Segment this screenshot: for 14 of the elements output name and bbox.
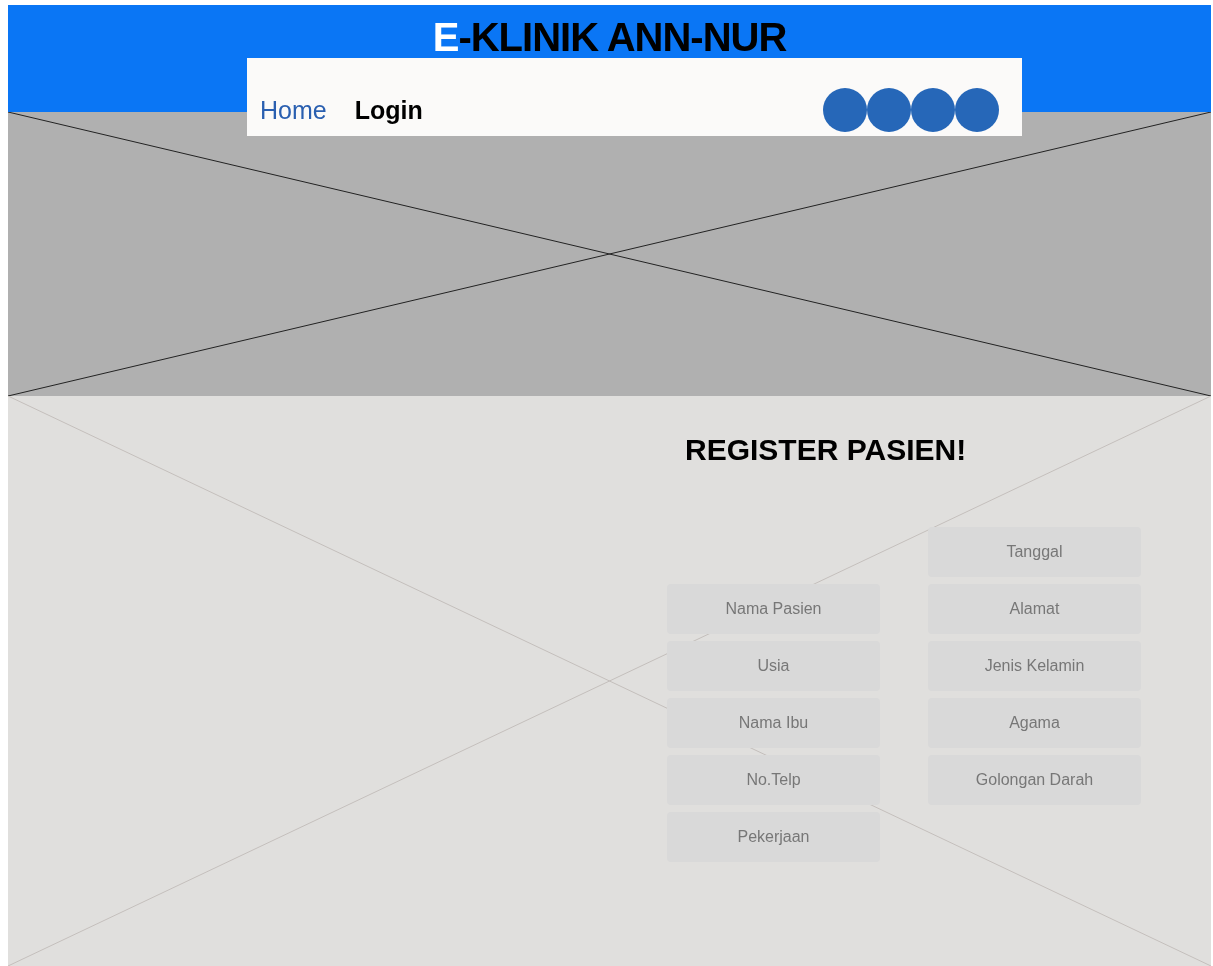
input-field[interactable]: Pekerjaan (667, 812, 880, 862)
input-field[interactable]: Jenis Kelamin (928, 641, 1141, 691)
form-heading: REGISTER PASIEN! (685, 432, 968, 468)
input-field[interactable]: Nama Pasien (667, 584, 880, 634)
input-field[interactable]: Alamat (928, 584, 1141, 634)
input-field[interactable]: Nama Ibu (667, 698, 880, 748)
input-field[interactable]: Tanggal (928, 527, 1141, 577)
site-title: E-KLINIK ANN-NUR (432, 15, 787, 59)
nav-link[interactable]: Login (354, 95, 423, 125)
nav-link[interactable]: Home (260, 95, 327, 125)
input-field[interactable]: Golongan Darah (928, 755, 1141, 805)
input-field[interactable]: No.Telp (667, 755, 880, 805)
input-field[interactable]: Usia (667, 641, 880, 691)
input-field[interactable]: Agama (928, 698, 1141, 748)
